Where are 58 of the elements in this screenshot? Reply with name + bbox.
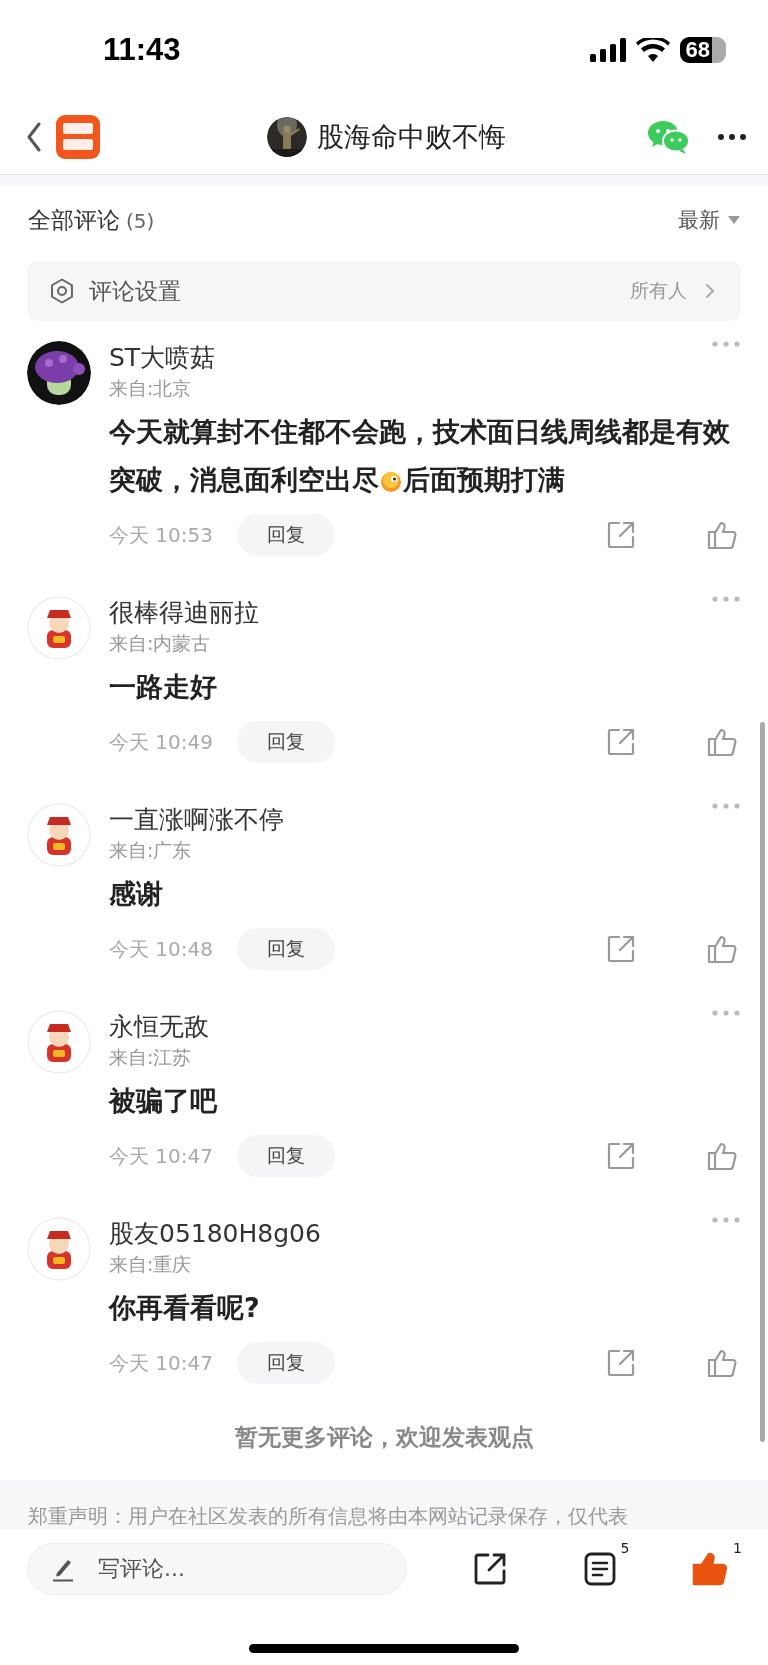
reply-button[interactable]: 回复: [237, 1135, 335, 1177]
emoji-icon: [379, 469, 403, 493]
caret-icon: [728, 216, 740, 224]
like-icon[interactable]: [706, 934, 738, 964]
avatar-icon[interactable]: [27, 341, 91, 405]
settings-value: 所有人: [630, 278, 687, 303]
username[interactable]: ST大喷菇: [109, 341, 216, 374]
comment-text: 今天就算封不住都不会跑，技术面日线周线都是有效突破，消息面利空出尽 后面预期打满: [109, 415, 731, 497]
comment-text: 你再看看呢?: [109, 1291, 261, 1325]
wifi-icon: [635, 38, 670, 62]
username[interactable]: 一直涨啊涨不停: [109, 803, 284, 836]
end-note: 暂无更多评论，欢迎发表观点: [233, 1423, 535, 1452]
location-text: 来自:江苏: [109, 1045, 193, 1070]
reply-button[interactable]: 回复: [237, 721, 335, 763]
like-icon[interactable]: [706, 727, 738, 757]
disclaimer-text: 郑重声明：用户在社区发表的所有信息将由本网站记录保存，仅代表: [28, 1503, 628, 1530]
like-icon[interactable]: [706, 1348, 738, 1378]
location-text: 来自:重庆: [109, 1252, 193, 1277]
comment-text: 感谢: [109, 877, 164, 911]
timestamp: 今天 10:49: [109, 728, 213, 756]
sort-dropdown[interactable]: 最新: [678, 206, 740, 234]
wechat-icon[interactable]: [648, 120, 690, 154]
reply-button[interactable]: 回复: [237, 1342, 335, 1384]
reply-button[interactable]: 回复: [237, 928, 335, 970]
comment-text: 被骗了吧: [109, 1084, 218, 1118]
settings-icon: [49, 278, 75, 304]
signal-icon: [589, 38, 626, 62]
battery-indicator: 68: [679, 37, 726, 63]
app-logo-icon[interactable]: [56, 115, 100, 159]
timestamp: 今天 10:53: [109, 521, 213, 549]
timestamp: 今天 10:48: [109, 935, 213, 963]
location-text: 来自:广东: [109, 838, 193, 863]
settings-label: 评论设置: [89, 276, 181, 306]
chevron-right-icon: [705, 283, 715, 299]
more-icon[interactable]: [718, 134, 746, 140]
comment-input[interactable]: 写评论...: [27, 1543, 407, 1595]
comment-count: (5): [126, 208, 155, 233]
reply-button[interactable]: 回复: [237, 514, 335, 556]
username[interactable]: 股友05180H8g06: [109, 1217, 321, 1250]
section-title: 全部评论: [28, 205, 120, 235]
comment-text: 一路走好: [109, 670, 218, 704]
settings-row[interactable]: 评论设置 所有人: [27, 261, 741, 321]
username[interactable]: 永恒无敌: [109, 1010, 209, 1043]
share-icon[interactable]: [473, 1552, 507, 1586]
timestamp: 今天 10:47: [109, 1349, 213, 1377]
comments-icon[interactable]: [583, 1552, 616, 1586]
comment-count-label: 5: [620, 1540, 630, 1556]
like-count-label: 1: [733, 1540, 742, 1556]
timestamp: 今天 10:47: [109, 1142, 213, 1170]
user-title: 股海命中败不悔: [316, 120, 506, 154]
like-icon[interactable]: [692, 1552, 728, 1586]
location-text: 来自:内蒙古: [109, 631, 212, 656]
location-text: 来自:北京: [109, 376, 193, 401]
like-icon[interactable]: [706, 520, 738, 550]
clock-time: 11:43: [103, 32, 181, 68]
like-icon[interactable]: [706, 1141, 738, 1171]
username[interactable]: 很棒得迪丽拉: [109, 596, 259, 629]
back-icon[interactable]: [26, 122, 42, 152]
